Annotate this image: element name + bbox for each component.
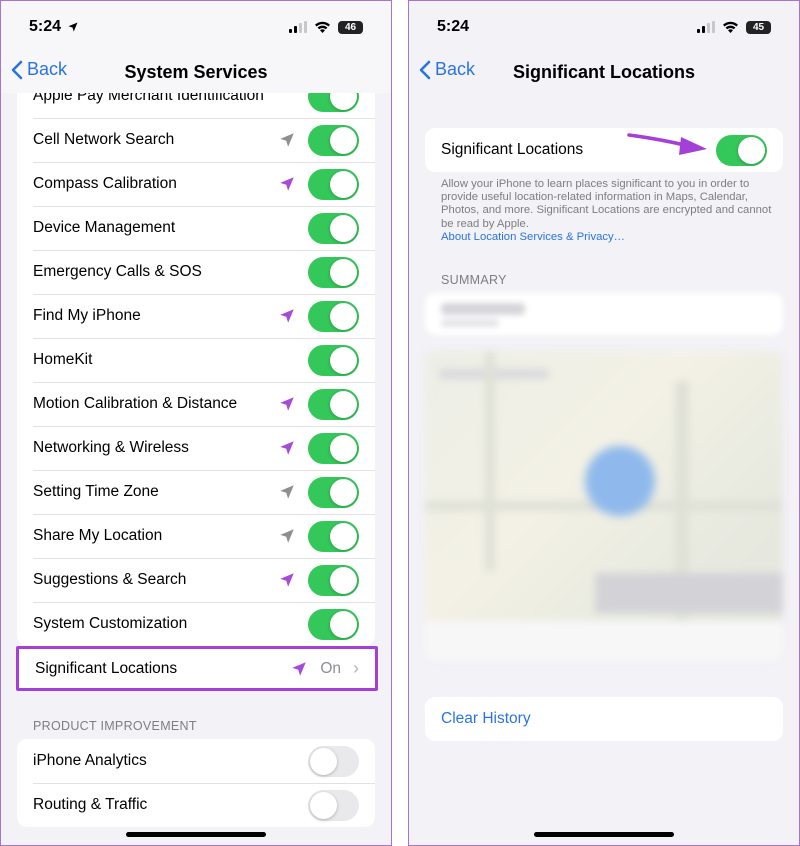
service-row-device-management: Device Management xyxy=(17,206,375,250)
clear-history-button[interactable]: Clear History xyxy=(425,697,783,741)
location-arrow-icon xyxy=(280,397,294,411)
service-label: Cell Network Search xyxy=(33,131,175,148)
service-label: Suggestions & Search xyxy=(33,571,187,588)
service-label: iPhone Analytics xyxy=(33,752,147,769)
service-toggle[interactable] xyxy=(308,124,359,156)
service-row-share-my-location: Share My Location xyxy=(17,514,375,558)
page-title: Significant Locations xyxy=(512,61,695,82)
service-toggle[interactable] xyxy=(308,344,359,376)
navigation-bar: Back System Services xyxy=(1,53,391,91)
service-toggle[interactable] xyxy=(308,745,359,777)
pointer-arrow-icon xyxy=(627,133,707,155)
significant-locations-toggle-label: Significant Locations xyxy=(441,141,584,158)
service-row-iphone-analytics: iPhone Analytics xyxy=(17,739,375,783)
back-label: Back xyxy=(27,59,68,79)
service-toggle[interactable] xyxy=(308,300,359,332)
service-label: Motion Calibration & Distance xyxy=(33,395,238,412)
significant-locations-label: Significant Locations xyxy=(35,659,178,677)
service-row-find-my-iphone: Find My iPhone xyxy=(17,294,375,338)
home-indicator[interactable] xyxy=(126,832,266,837)
service-row-setting-time-zone: Setting Time Zone xyxy=(17,470,375,514)
service-label: Find My iPhone xyxy=(33,307,141,324)
significant-locations-value: On xyxy=(320,659,341,677)
service-row-emergency-calls-sos: Emergency Calls & SOS xyxy=(17,250,375,294)
page-title: System Services xyxy=(124,61,268,82)
clear-history-label: Clear History xyxy=(441,710,531,727)
service-row-homekit: HomeKit xyxy=(17,338,375,382)
service-label: Emergency Calls & SOS xyxy=(33,263,202,280)
service-toggle[interactable] xyxy=(308,520,359,552)
privacy-link[interactable]: About Location Services & Privacy… xyxy=(441,231,781,244)
blurred-map xyxy=(425,351,783,661)
service-toggle[interactable] xyxy=(308,432,359,464)
location-arrow-icon xyxy=(280,441,294,455)
location-arrow-icon xyxy=(280,133,294,147)
service-label: Device Management xyxy=(33,219,176,236)
location-arrow-icon xyxy=(280,573,294,587)
service-label: Routing & Traffic xyxy=(33,796,148,813)
status-time: 5:24 xyxy=(29,18,62,35)
chevron-left-icon xyxy=(11,60,23,79)
location-arrow-icon xyxy=(280,309,294,323)
service-toggle[interactable] xyxy=(308,789,359,821)
chevron-left-icon xyxy=(419,60,431,79)
service-toggle[interactable] xyxy=(308,608,359,640)
wifi-icon xyxy=(315,21,330,33)
location-arrow-icon xyxy=(280,529,294,543)
cellular-signal-icon xyxy=(289,21,307,33)
service-label: Compass Calibration xyxy=(33,175,177,192)
summary-header: SUMMARY xyxy=(441,273,507,287)
cellular-signal-icon xyxy=(697,21,715,33)
service-toggle[interactable] xyxy=(308,476,359,508)
service-row-routing-traffic: Routing & Traffic xyxy=(17,783,375,827)
service-row-suggestions-search: Suggestions & Search xyxy=(17,558,375,602)
significant-locations-toggle[interactable] xyxy=(716,134,767,166)
service-row-cell-network-search: Cell Network Search xyxy=(17,118,375,162)
location-arrow-icon xyxy=(280,177,294,191)
battery-icon: 46 xyxy=(338,20,363,34)
location-arrow-icon xyxy=(292,661,307,676)
status-bar: 5:24 45 xyxy=(409,1,799,53)
back-button[interactable]: Back xyxy=(419,59,475,80)
service-toggle[interactable] xyxy=(308,256,359,288)
service-label: HomeKit xyxy=(33,351,93,368)
significant-locations-row[interactable]: Significant Locations On › xyxy=(19,649,375,688)
service-toggle[interactable] xyxy=(308,564,359,596)
home-indicator[interactable] xyxy=(534,832,674,837)
location-arrow-icon xyxy=(68,22,78,32)
description-text: Allow your iPhone to learn places signif… xyxy=(441,178,772,230)
blurred-summary-card xyxy=(425,293,783,335)
status-time: 5:24 xyxy=(437,18,470,35)
significant-locations-description: Allow your iPhone to learn places signif… xyxy=(441,178,781,244)
significant-locations-screen: 5:24 45 Back Significant Locations Signi… xyxy=(408,0,800,846)
significant-locations-toggle-row: Significant Locations xyxy=(425,128,783,172)
service-label: System Customization xyxy=(33,615,188,632)
status-bar: 5:24 46 xyxy=(1,1,391,53)
battery-icon: 45 xyxy=(746,20,771,34)
service-row-compass-calibration: Compass Calibration xyxy=(17,162,375,206)
navigation-bar: Back Significant Locations xyxy=(409,53,799,91)
service-label: Setting Time Zone xyxy=(33,483,159,500)
product-improvement-list: iPhone Analytics Routing & Traffic xyxy=(17,739,375,827)
wifi-icon xyxy=(723,21,738,33)
significant-locations-toggle-card: Significant Locations xyxy=(425,128,783,172)
significant-locations-highlight: Significant Locations On › xyxy=(16,646,378,691)
service-toggle[interactable] xyxy=(308,388,359,420)
product-improvement-header: PRODUCT IMPROVEMENT xyxy=(33,719,197,733)
service-row-networking-wireless: Networking & Wireless xyxy=(17,426,375,470)
service-toggle[interactable] xyxy=(308,212,359,244)
back-button[interactable]: Back xyxy=(11,59,67,80)
back-label: Back xyxy=(435,59,476,79)
service-row-system-customization: System Customization xyxy=(17,602,375,646)
location-blob xyxy=(585,446,655,516)
system-services-screen: 5:24 46 Back System Services Apple Pay M… xyxy=(0,0,392,846)
service-row-motion-calibration-distance: Motion Calibration & Distance xyxy=(17,382,375,426)
service-label: Networking & Wireless xyxy=(33,439,189,456)
service-toggle[interactable] xyxy=(308,168,359,200)
location-arrow-icon xyxy=(280,485,294,499)
chevron-right-icon: › xyxy=(353,658,359,678)
service-label: Share My Location xyxy=(33,527,163,544)
system-services-list: Apple Pay Merchant Identification Cell Ne… xyxy=(17,74,375,646)
